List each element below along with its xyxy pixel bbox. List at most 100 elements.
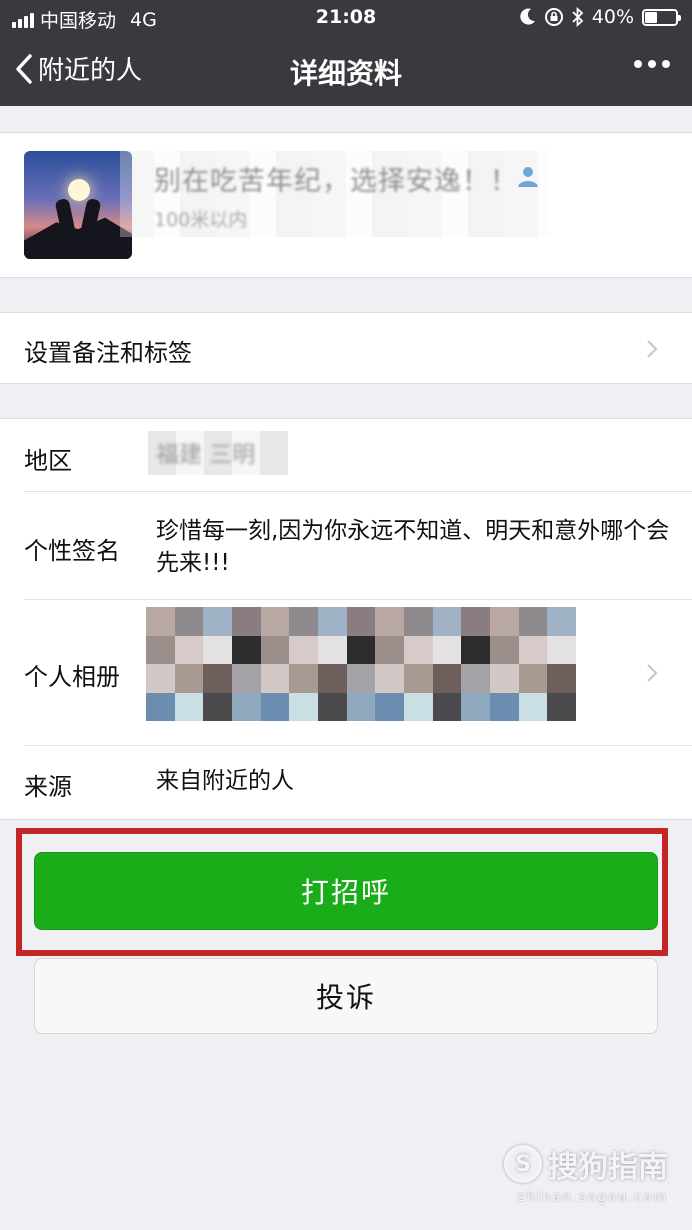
album-pixel (260, 692, 290, 721)
greet-button[interactable]: 打招呼 (34, 852, 658, 930)
album-pixel (489, 635, 519, 664)
album-pixel (203, 607, 232, 636)
album-pixel (203, 692, 232, 721)
watermark-url: zhinan.sogou.com (517, 1190, 668, 1205)
album-pixel (146, 607, 175, 636)
avatar[interactable] (24, 151, 132, 259)
more-dot-icon (648, 60, 656, 68)
album-pixel (547, 664, 576, 693)
bluetooth-icon (572, 7, 584, 27)
person-icon (518, 167, 538, 187)
album-pixel (403, 692, 433, 721)
divider (24, 599, 692, 600)
album-pixel (489, 692, 519, 721)
album-thumbnails[interactable] (146, 607, 576, 721)
source-value: 来自附近的人 (156, 768, 294, 794)
album-pixel (289, 664, 318, 693)
album-pixel (174, 664, 204, 693)
album-pixel (489, 607, 519, 636)
signature-value: 珍惜每一刻,因为你永远不知道、明天和意外哪个会先来!!! (156, 518, 670, 576)
album-pixel (317, 692, 347, 721)
album-pixel (432, 664, 462, 693)
album-pixel (346, 692, 376, 721)
album-pixel (231, 635, 261, 664)
region-value: 福建 三明 (156, 442, 256, 468)
watermark-main: S 搜狗指南 (504, 1142, 668, 1186)
album-pixel (518, 607, 548, 636)
avatar-mountain (24, 217, 132, 259)
album-label: 个人相册 (24, 663, 120, 691)
more-dot-icon (662, 60, 670, 68)
album-pixel (375, 635, 404, 664)
album-pixel (375, 664, 404, 693)
set-remark-label: 设置备注和标签 (24, 339, 192, 367)
album-pixel (375, 607, 404, 636)
album-pixel (317, 664, 347, 693)
info-section: 地区 福建 三明 个性签名 珍惜每一刻,因为你永远不知道、明天和意外哪个会先来!… (0, 418, 692, 820)
album-pixel (174, 635, 204, 664)
source-label: 来源 (24, 773, 72, 801)
top-bar: 中国移动 4G 21:08 40% 附近的人 详细资料 (0, 0, 692, 106)
region-label: 地区 (24, 447, 72, 475)
status-right: 40% (520, 6, 681, 28)
album-pixel (346, 635, 376, 664)
avatar-sun (68, 179, 90, 201)
watermark-text: 搜狗指南 (548, 1150, 668, 1185)
album-pixel (231, 607, 261, 636)
album-pixel (317, 607, 347, 636)
sogou-logo-icon: S (504, 1145, 542, 1183)
album-pixel (518, 692, 548, 721)
album-pixel (489, 664, 519, 693)
album-pixel (375, 692, 404, 721)
album-pixel (146, 692, 175, 721)
divider (24, 745, 692, 746)
album-pixel (461, 607, 490, 636)
album-pixel (403, 607, 433, 636)
battery-percent: 40% (591, 6, 634, 28)
album-pixel (146, 664, 175, 693)
album-pixel (203, 664, 232, 693)
set-remark-row[interactable]: 设置备注和标签 (0, 312, 692, 384)
album-pixel (547, 607, 576, 636)
album-pixel (346, 607, 376, 636)
album-pixel (260, 607, 290, 636)
report-button[interactable]: 投诉 (34, 958, 658, 1034)
album-pixel (432, 607, 462, 636)
signature-label: 个性签名 (24, 537, 120, 565)
album-pixel (403, 635, 433, 664)
album-pixel (547, 635, 576, 664)
moon-icon (520, 8, 535, 25)
album-pixel (231, 692, 261, 721)
album-pixel (432, 692, 462, 721)
distance-text: 100米以内 (154, 209, 248, 231)
profile-card: 别在吃苦年纪，选择安逸！！ 100米以内 (0, 132, 692, 278)
status-bar: 中国移动 4G 21:08 40% (0, 0, 692, 36)
album-pixel (146, 635, 175, 664)
album-pixel (203, 635, 232, 664)
battery-icon (642, 8, 681, 26)
album-pixel (461, 664, 490, 693)
more-button[interactable] (634, 60, 670, 68)
album-pixel (518, 635, 548, 664)
page-title: 详细资料 (289, 57, 402, 90)
album-pixel (346, 664, 376, 693)
album-pixel (260, 664, 290, 693)
album-pixel (461, 635, 490, 664)
album-pixel (518, 664, 548, 693)
more-dot-icon (634, 60, 642, 68)
chevron-right-icon (647, 340, 658, 358)
album-pixel (432, 635, 462, 664)
album-pixel (317, 635, 347, 664)
album-pixel (260, 635, 290, 664)
album-pixel (547, 692, 576, 721)
battery-fill (645, 11, 657, 23)
chevron-right-icon (647, 664, 658, 682)
album-pixel (289, 635, 318, 664)
nickname: 别在吃苦年纪，选择安逸！！ (154, 166, 518, 197)
rotation-lock-icon (544, 8, 563, 26)
album-pixel (174, 692, 204, 721)
album-pixel (461, 692, 490, 721)
divider (24, 491, 692, 492)
watermark: S 搜狗指南 zhinan.sogou.com (504, 1142, 668, 1205)
album-pixel (289, 607, 318, 636)
